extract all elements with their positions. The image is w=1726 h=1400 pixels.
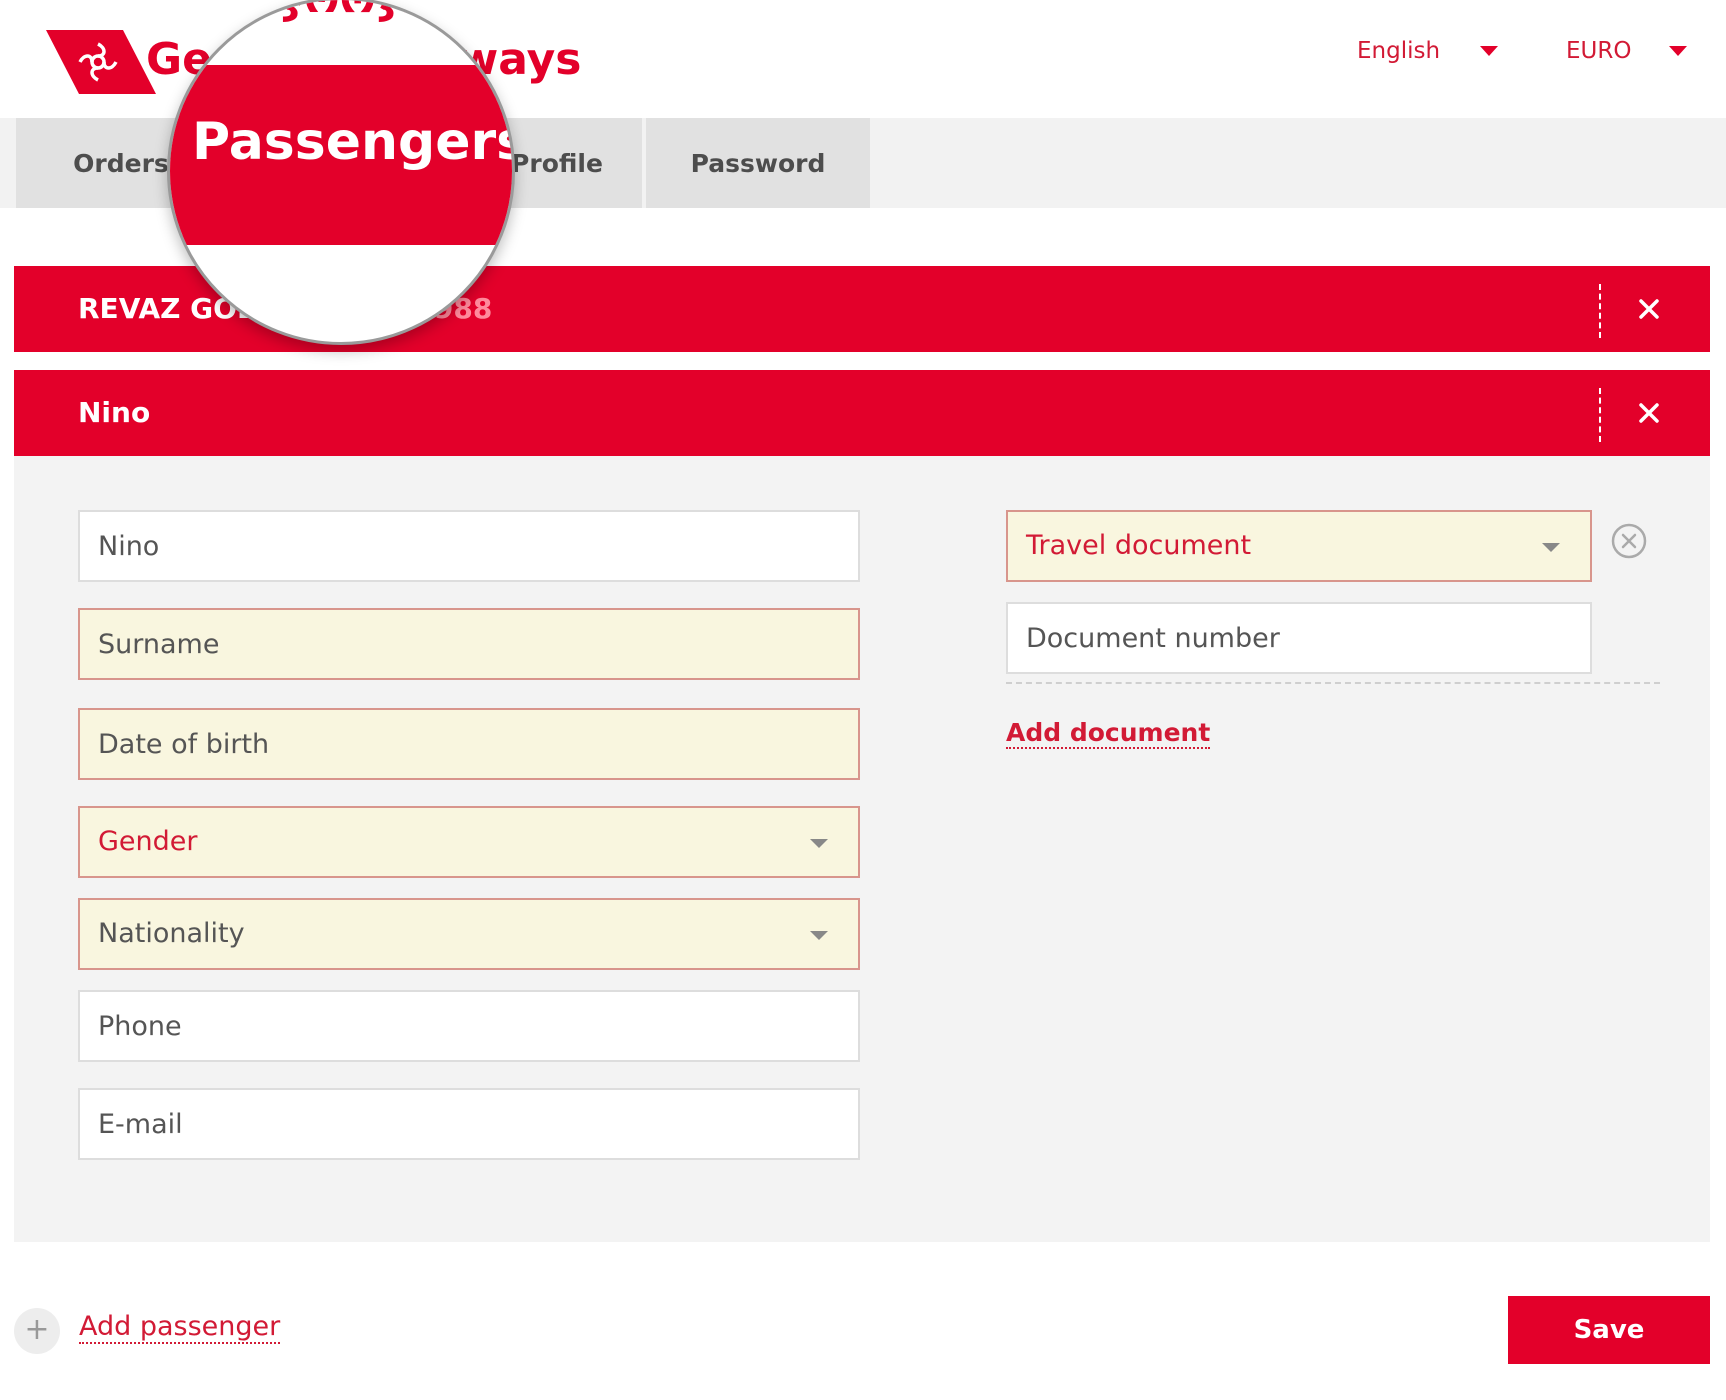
first-name-input[interactable] bbox=[80, 512, 858, 580]
date-of-birth-field[interactable] bbox=[78, 708, 860, 780]
add-document-link[interactable]: Add document bbox=[1006, 718, 1211, 749]
phone-input[interactable] bbox=[80, 992, 858, 1060]
surname-input[interactable] bbox=[80, 610, 858, 678]
plus-icon[interactable]: + bbox=[14, 1308, 60, 1354]
tab-passengers-label: Passengers bbox=[192, 112, 515, 172]
divider bbox=[1006, 682, 1660, 684]
travel-document-value: Travel document bbox=[1026, 530, 1252, 561]
chevron-down-icon bbox=[810, 839, 828, 848]
document-number-input[interactable] bbox=[1008, 604, 1590, 672]
passenger-header[interactable]: Nino bbox=[14, 370, 1710, 456]
travel-document-select[interactable]: Travel document bbox=[1006, 510, 1592, 582]
chevron-down-icon bbox=[1669, 46, 1688, 56]
language-value: English bbox=[1357, 38, 1441, 64]
logo-icon bbox=[46, 30, 156, 94]
brand-script-text: ჯორჯიან ეარვეისი bbox=[280, 0, 512, 23]
date-of-birth-input[interactable] bbox=[80, 710, 858, 778]
chevron-down-icon bbox=[1542, 543, 1560, 552]
gender-value: Gender bbox=[98, 826, 198, 857]
magnifier-callout: ჯორჯიან ეარვეისი Passengers bbox=[167, 0, 515, 345]
language-select[interactable]: English bbox=[1357, 38, 1499, 64]
first-name-field[interactable] bbox=[78, 510, 860, 582]
email-field[interactable] bbox=[78, 1088, 860, 1160]
currency-value: EURO bbox=[1566, 38, 1632, 64]
divider bbox=[1599, 388, 1601, 442]
save-button[interactable]: Save bbox=[1508, 1296, 1710, 1364]
add-passenger-link[interactable]: Add passenger bbox=[79, 1311, 281, 1344]
nationality-value: Nationality bbox=[98, 918, 245, 949]
chevron-down-icon bbox=[810, 931, 828, 940]
passenger-form: Gender Nationality Travel document Add d… bbox=[14, 456, 1710, 1242]
phone-field[interactable] bbox=[78, 990, 860, 1062]
chevron-down-icon bbox=[1480, 46, 1499, 56]
divider bbox=[1599, 284, 1601, 338]
circle-close-icon[interactable] bbox=[1610, 522, 1648, 560]
gender-select[interactable]: Gender bbox=[78, 806, 860, 878]
close-icon[interactable] bbox=[1632, 396, 1666, 430]
document-number-field[interactable] bbox=[1006, 602, 1592, 674]
nationality-select[interactable]: Nationality bbox=[78, 898, 860, 970]
email-input[interactable] bbox=[80, 1090, 858, 1158]
currency-select[interactable]: EURO bbox=[1566, 38, 1688, 64]
close-icon[interactable] bbox=[1632, 292, 1666, 326]
surname-field[interactable] bbox=[78, 608, 860, 680]
passenger-name: Nino bbox=[78, 396, 151, 429]
tab-password[interactable]: Password bbox=[646, 118, 870, 208]
